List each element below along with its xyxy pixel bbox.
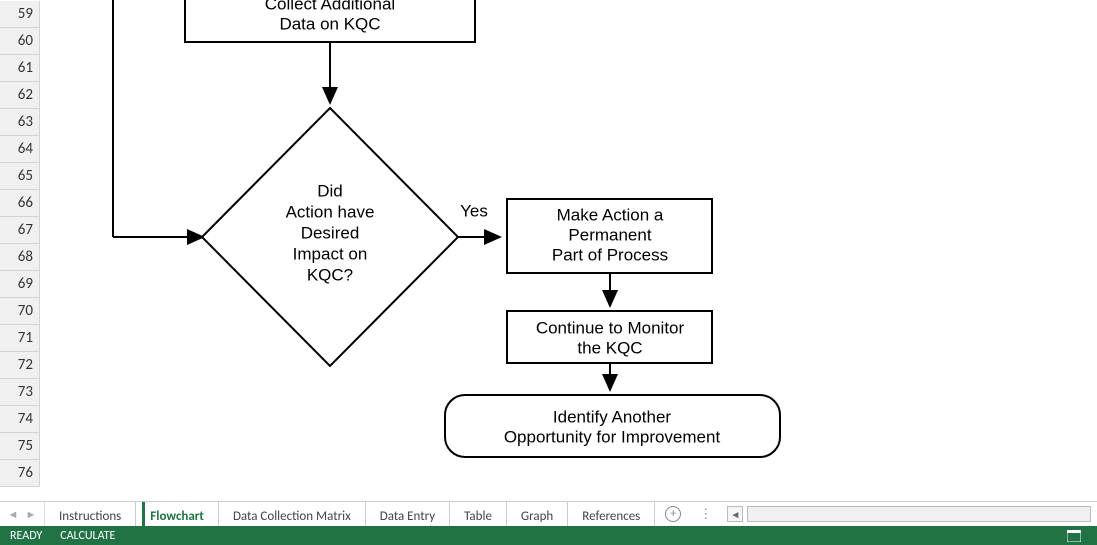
row-header-75[interactable]: 75 (0, 433, 40, 460)
row-header-67[interactable]: 67 (0, 217, 40, 244)
row-header-70[interactable]: 70 (0, 298, 40, 325)
tab-data-entry[interactable]: Data Entry (366, 502, 450, 526)
sheet-tabs: Instructions Flowchart Data Collection M… (45, 502, 655, 526)
row-header-69[interactable]: 69 (0, 271, 40, 298)
row-header-66[interactable]: 66 (0, 190, 40, 217)
tab-nav-prev-icon[interactable]: ◄ (6, 508, 20, 521)
tab-nav-buttons: ◄ ► (0, 502, 45, 526)
tab-instructions[interactable]: Instructions (45, 502, 136, 526)
row-header-76[interactable]: 76 (0, 460, 40, 487)
cell-grid[interactable] (40, 0, 1097, 489)
row-header-72[interactable]: 72 (0, 352, 40, 379)
row-header-73[interactable]: 73 (0, 379, 40, 406)
row-header-59[interactable]: 59 (0, 1, 40, 28)
column-headers: B C D E F G H I J K L (0, 0, 1085, 1)
horizontal-scroll: ◄ (721, 502, 1097, 526)
row-header-62[interactable]: 62 (0, 82, 40, 109)
status-calculate: CALCULATE (60, 529, 115, 543)
tab-overflow-menu[interactable]: ⋮ (691, 502, 721, 526)
add-sheet-button[interactable]: + (655, 502, 691, 526)
plus-icon: + (665, 506, 681, 522)
tab-graph[interactable]: Graph (507, 502, 568, 526)
tab-data-collection-matrix[interactable]: Data Collection Matrix (219, 502, 366, 526)
tab-table[interactable]: Table (450, 502, 507, 526)
tab-references[interactable]: References (568, 502, 655, 526)
hscroll-track[interactable] (747, 506, 1091, 522)
row-header-74[interactable]: 74 (0, 406, 40, 433)
status-bar: READY CALCULATE (0, 526, 1097, 545)
status-ready: READY (10, 529, 42, 543)
view-normal-icon[interactable] (1065, 529, 1083, 543)
row-header-71[interactable]: 71 (0, 325, 40, 352)
hscroll-left-icon[interactable]: ◄ (727, 506, 743, 522)
row-header-68[interactable]: 68 (0, 244, 40, 271)
row-header-64[interactable]: 64 (0, 136, 40, 163)
sheet-tab-bar: ◄ ► Instructions Flowchart Data Collecti… (0, 501, 1097, 526)
row-header-65[interactable]: 65 (0, 163, 40, 190)
row-header-61[interactable]: 61 (0, 55, 40, 82)
row-headers: 59 60 61 62 63 64 65 66 67 68 69 70 71 7… (0, 1, 40, 487)
tab-nav-next-icon[interactable]: ► (24, 508, 38, 521)
row-header-60[interactable]: 60 (0, 28, 40, 55)
tab-flowchart[interactable]: Flowchart (136, 502, 219, 526)
row-header-63[interactable]: 63 (0, 109, 40, 136)
